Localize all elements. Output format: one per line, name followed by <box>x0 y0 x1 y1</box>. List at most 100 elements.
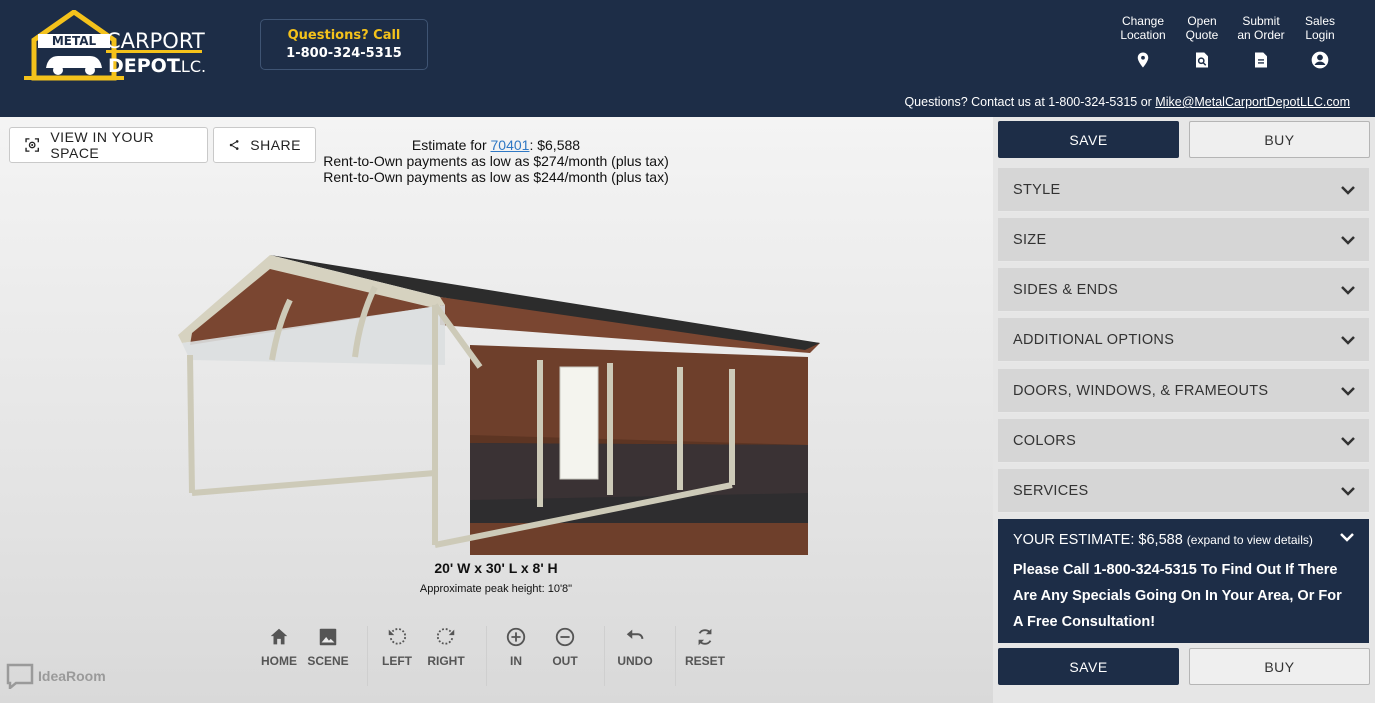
contact-text: Questions? Contact us at 1-800-324-5315 … <box>904 95 1156 109</box>
nav-label: Sales <box>1304 14 1336 28</box>
section-size[interactable]: SIZE <box>998 218 1369 262</box>
share-button[interactable]: SHARE <box>213 127 316 163</box>
toolbar-divider <box>367 626 368 686</box>
nav-label: Change <box>1121 14 1165 28</box>
dimension-label: 20' W x 30' L x 8' H Approximate peak he… <box>380 560 612 595</box>
svg-text:CARPORT: CARPORT <box>106 29 205 53</box>
document-icon <box>1255 52 1267 68</box>
nav-label: Quote <box>1185 28 1219 42</box>
save-button-bottom[interactable]: SAVE <box>998 648 1179 685</box>
section-doors-windows[interactable]: DOORS, WINDOWS, & FRAMEOUTS <box>998 369 1369 413</box>
idearoom-brand[interactable]: IdeaRoom <box>6 663 106 689</box>
tool-label: OUT <box>552 654 578 668</box>
rotate-left-button[interactable]: LEFT <box>372 626 422 668</box>
section-label: SERVICES <box>1013 482 1089 499</box>
section-label: ADDITIONAL OPTIONS <box>1013 331 1175 348</box>
contact-line: Questions? Contact us at 1-800-324-5315 … <box>904 95 1350 109</box>
zoom-out-button[interactable]: OUT <box>540 626 590 668</box>
zip-code-link[interactable]: 70401 <box>491 137 530 153</box>
tool-label: LEFT <box>382 654 412 668</box>
nav-label: Login <box>1305 28 1335 42</box>
call-number[interactable]: 1-800-324-5315 <box>261 46 427 61</box>
zoom-in-button[interactable]: IN <box>491 626 541 668</box>
tool-label: IN <box>510 654 522 668</box>
logo-icon: METAL CARPORT DEPOT LLC. <box>24 8 206 81</box>
chevron-down-icon <box>1341 436 1355 446</box>
chevron-down-icon <box>1341 185 1355 195</box>
location-pin-icon <box>1137 52 1149 68</box>
chevron-down-icon <box>1341 285 1355 295</box>
estimate-box[interactable]: YOUR ESTIMATE: $6,588 (expand to view de… <box>998 519 1369 643</box>
call-box[interactable]: Questions? Call 1-800-324-5315 <box>260 19 428 70</box>
config-panel: SAVE BUY STYLE SIZE SIDES & ENDS ADDITIO… <box>993 117 1375 703</box>
search-document-icon <box>1196 52 1208 68</box>
estimate-price: : $6,588 <box>529 137 581 153</box>
rotate-right-button[interactable]: RIGHT <box>421 626 471 668</box>
section-label: SIZE <box>1013 231 1047 248</box>
contact-email-link[interactable]: Mike@MetalCarportDepotLLC.com <box>1155 95 1350 109</box>
section-services[interactable]: SERVICES <box>998 469 1369 513</box>
rotate-left-icon <box>388 628 407 645</box>
estimate-message: Please Call 1-800-324-5315 To Find Out I… <box>1013 562 1342 630</box>
chevron-down-icon <box>1340 533 1354 542</box>
estimate-prefix: Estimate for <box>411 137 491 153</box>
reset-icon <box>698 628 712 646</box>
toolbar-divider <box>486 626 487 686</box>
tool-label: UNDO <box>617 654 653 668</box>
zoom-out-icon <box>555 627 575 647</box>
nav-open-quote[interactable]: Open Quote <box>1172 14 1232 70</box>
idearoom-text: IdeaRoom <box>38 668 106 684</box>
tool-label: SCENE <box>307 654 349 668</box>
undo-button[interactable]: UNDO <box>610 626 660 668</box>
section-colors[interactable]: COLORS <box>998 419 1369 463</box>
view-in-space-label: VIEW IN YOUR SPACE <box>50 129 155 161</box>
section-sides-ends[interactable]: SIDES & ENDS <box>998 268 1369 312</box>
reset-button[interactable]: RESET <box>680 626 730 668</box>
image-icon <box>319 628 337 646</box>
dimensions-text: 20' W x 30' L x 8' H <box>434 560 558 576</box>
chevron-down-icon <box>1341 235 1355 245</box>
home-icon <box>270 628 288 645</box>
share-label: SHARE <box>250 137 301 153</box>
account-circle-icon <box>1311 51 1329 69</box>
nav-submit-order[interactable]: Submit an Order <box>1231 14 1291 70</box>
section-label: SIDES & ENDS <box>1013 281 1119 298</box>
save-button[interactable]: SAVE <box>998 121 1179 158</box>
nav-label: Open <box>1187 14 1217 28</box>
chevron-down-icon <box>1341 335 1355 345</box>
undo-icon <box>626 629 644 639</box>
home-button[interactable]: HOME <box>254 626 304 668</box>
nav-sales-login[interactable]: Sales Login <box>1290 14 1350 70</box>
toolbar-divider <box>604 626 605 686</box>
building-3d-render[interactable] <box>160 245 840 555</box>
tool-label: RIGHT <box>427 654 465 668</box>
chevron-down-icon <box>1341 486 1355 496</box>
share-icon <box>229 140 239 150</box>
call-label: Questions? Call <box>287 28 401 43</box>
nav-label: Location <box>1120 28 1166 42</box>
nav-label: an Order <box>1237 28 1285 42</box>
view-toolbar: HOME SCENE LEFT RIGHT IN OUT UNDO RESET <box>0 626 993 686</box>
nav-label: Submit <box>1242 14 1280 28</box>
section-style[interactable]: STYLE <box>998 168 1369 212</box>
nav-change-location[interactable]: Change Location <box>1113 14 1173 70</box>
section-label: COLORS <box>1013 432 1077 449</box>
ar-view-icon <box>25 138 39 152</box>
rto-line: Rent-to-Own payments as low as $274/mont… <box>323 153 669 169</box>
tool-label: RESET <box>684 654 725 668</box>
scene-button[interactable]: SCENE <box>303 626 353 668</box>
rto-line: Rent-to-Own payments as low as $244/mont… <box>323 169 669 185</box>
svg-text:LLC.: LLC. <box>172 57 206 76</box>
site-header: METAL CARPORT DEPOT LLC. Questions? Call… <box>0 0 1375 117</box>
estimate-note: (expand to view details) <box>1186 533 1313 547</box>
view-in-space-button[interactable]: VIEW IN YOUR SPACE <box>9 127 208 163</box>
company-logo[interactable]: METAL CARPORT DEPOT LLC. <box>24 8 214 82</box>
building-viewer[interactable]: VIEW IN YOUR SPACE SHARE Estimate for 70… <box>0 117 993 703</box>
tool-label: HOME <box>261 654 297 668</box>
peak-height-text: Approximate peak height: 10'8" <box>419 583 573 595</box>
svg-text:METAL: METAL <box>52 34 97 48</box>
section-additional-options[interactable]: ADDITIONAL OPTIONS <box>998 318 1369 362</box>
section-label: STYLE <box>1013 181 1061 198</box>
buy-button[interactable]: BUY <box>1189 121 1370 158</box>
buy-button-bottom[interactable]: BUY <box>1189 648 1370 685</box>
